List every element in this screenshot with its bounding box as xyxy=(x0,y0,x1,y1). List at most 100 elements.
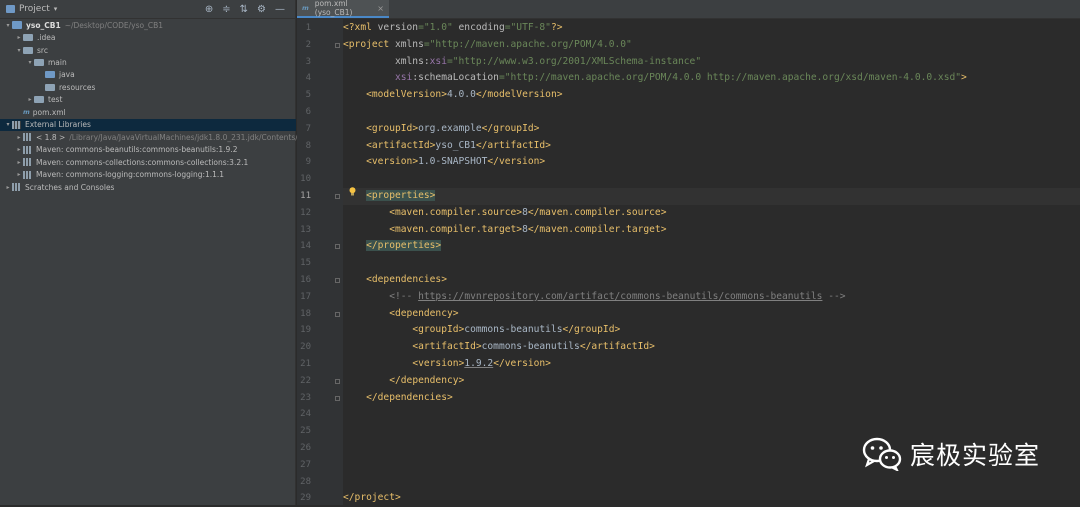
tree-item[interactable]: ▸ Maven: commons-beanutils:commons-beanut… xyxy=(0,144,237,156)
line-number-gutter[interactable]: 1 2 3 4 5 6 7 8 9 10 11 12 13 14 15 16 17 18 19 20 21 22 23 24 2… xyxy=(297,19,343,505)
collapse-all-icon[interactable]: ≑ xyxy=(222,4,230,15)
tree-item[interactable]: ▾ src xyxy=(0,44,48,56)
intention-bulb-icon[interactable] xyxy=(349,187,356,196)
tree-item[interactable]: ▸ Scratches and Consoles xyxy=(0,181,114,193)
tree-item-label: yso_CB1 xyxy=(26,20,61,30)
tree-item[interactable]: ▸ Maven: commons-logging:commons-logging:… xyxy=(0,168,224,180)
gear-icon[interactable]: ⚙ xyxy=(257,4,266,15)
code-line[interactable] xyxy=(343,171,1080,188)
code-line[interactable]: <properties> xyxy=(343,188,1080,205)
chevron-right-icon[interactable]: ▸ xyxy=(26,96,34,103)
line-number: 5 xyxy=(305,90,311,101)
chevron-right-icon[interactable]: ▸ xyxy=(15,134,23,141)
line-number: 12 xyxy=(300,207,311,218)
fold-marker-icon[interactable] xyxy=(335,244,340,250)
code-line[interactable] xyxy=(343,406,1080,423)
line-number: 2 xyxy=(305,39,311,50)
fold-marker-icon[interactable] xyxy=(335,311,340,317)
locate-icon[interactable]: ⊕ xyxy=(205,4,213,15)
project-header: Project ▾ ⊕ ≑ ⇅ ⚙ — xyxy=(0,0,295,19)
line-number: 22 xyxy=(300,375,311,386)
line-number: 8 xyxy=(305,140,311,151)
line-number: 6 xyxy=(305,107,311,117)
folder-icon xyxy=(34,59,44,67)
fold-marker-icon[interactable] xyxy=(335,278,340,283)
tab-pom-xml[interactable]: m pom.xml (yso_CB1) × xyxy=(297,0,389,18)
line-number: 21 xyxy=(300,359,311,369)
chevron-right-icon[interactable]: ▸ xyxy=(15,34,23,41)
fold-marker-icon[interactable] xyxy=(335,378,340,384)
tree-item-label: src xyxy=(37,45,48,55)
line-number: 15 xyxy=(300,258,311,269)
line-number: 24 xyxy=(300,409,311,420)
close-icon[interactable]: × xyxy=(377,4,384,13)
code-line[interactable]: <dependencies> xyxy=(343,272,1080,289)
project-icon xyxy=(6,5,15,13)
hide-icon[interactable]: — xyxy=(275,4,285,15)
fold-marker-icon[interactable] xyxy=(335,395,340,401)
code-line[interactable]: <project xmlns="http://maven.apache.org/… xyxy=(343,37,1080,54)
maven-file-icon: m xyxy=(302,4,309,12)
code-line[interactable]: <artifactId>commons-beanutils</artifactI… xyxy=(343,339,1080,356)
tree-item[interactable]: ▸ < 1.8 >/Library/Java/JavaVirtualMachine… xyxy=(0,131,308,143)
tree-item[interactable]: m pom.xml xyxy=(0,106,66,118)
chevron-down-icon[interactable]: ▾ xyxy=(15,47,23,54)
folder-icon xyxy=(34,96,44,104)
tree-item-label: Scratches and Consoles xyxy=(25,182,115,192)
code-line[interactable]: <maven.compiler.target>8</maven.compiler… xyxy=(343,222,1080,239)
line-number: 13 xyxy=(300,224,311,235)
chevron-down-icon: ▾ xyxy=(53,5,58,13)
tree-item[interactable]: ▸ test xyxy=(0,94,62,106)
code-line[interactable] xyxy=(343,474,1080,491)
chevron-right-icon[interactable]: ▸ xyxy=(15,159,23,166)
line-number: 1 xyxy=(305,23,311,33)
chevron-down-icon[interactable]: ▾ xyxy=(4,22,12,29)
maven-file-icon: m xyxy=(23,108,30,117)
tree-item[interactable]: java xyxy=(0,69,75,81)
code-line[interactable]: xsi:schemaLocation="http://maven.apache.… xyxy=(343,70,1080,87)
tree-item[interactable]: ▸ .idea xyxy=(0,31,55,43)
code-line[interactable]: <maven.compiler.source>8</maven.compiler… xyxy=(343,205,1080,222)
code-line[interactable]: <!-- https://mvnrepository.com/artifact/… xyxy=(343,289,1080,306)
code-line[interactable]: <dependency> xyxy=(343,306,1080,323)
fold-marker-icon[interactable] xyxy=(335,42,340,48)
code-line[interactable]: </properties> xyxy=(343,238,1080,255)
tree-item[interactable]: ▾ yso_CB1 ~/Desktop/CODE/yso_CB1 xyxy=(0,19,163,31)
code-line[interactable]: <?xml version="1.0" encoding="UTF-8"?> xyxy=(343,20,1080,37)
line-number: 3 xyxy=(305,56,311,67)
code-line[interactable]: xmlns:xsi="http://www.w3.org/2001/XMLSch… xyxy=(343,54,1080,71)
code-line[interactable]: <version>1.9.2</version> xyxy=(343,356,1080,373)
folder-icon xyxy=(23,34,33,42)
line-number: 28 xyxy=(300,476,311,487)
code-line[interactable]: <groupId>org.example</groupId> xyxy=(343,121,1080,138)
code-editor[interactable]: <?xml version="1.0" encoding="UTF-8"?> <… xyxy=(343,19,1080,505)
code-line[interactable]: <modelVersion>4.0.0</modelVersion> xyxy=(343,87,1080,104)
tree-item-label: .idea xyxy=(37,33,56,43)
tree-item[interactable]: resources xyxy=(0,81,95,93)
chevron-right-icon[interactable]: ▸ xyxy=(4,184,12,191)
chevron-down-icon[interactable]: ▾ xyxy=(26,59,34,66)
chevron-down-icon[interactable]: ▾ xyxy=(4,121,12,128)
fold-marker-icon[interactable] xyxy=(335,194,340,199)
code-line[interactable]: <artifactId>yso_CB1</artifactId> xyxy=(343,138,1080,155)
line-number: 29 xyxy=(300,493,311,504)
chevron-right-icon[interactable]: ▸ xyxy=(15,146,23,153)
chevron-right-icon[interactable]: ▸ xyxy=(15,171,23,178)
code-line[interactable]: <groupId>commons-beanutils</groupId> xyxy=(343,322,1080,339)
tree-item[interactable]: ▸ Maven: commons-collections:commons-coll… xyxy=(0,156,248,168)
tree-item[interactable]: ▾ main xyxy=(0,56,66,68)
watermark: 宸极实验室 xyxy=(862,436,1040,472)
tree-item[interactable]: ▾ External Libraries xyxy=(0,118,296,131)
project-view-selector[interactable]: Project ▾ xyxy=(6,4,57,14)
line-number: 10 xyxy=(300,174,311,185)
code-line[interactable]: </dependencies> xyxy=(343,390,1080,407)
line-number: 7 xyxy=(305,123,311,134)
tree-item-label: Maven: commons-logging:commons-logging:1… xyxy=(36,170,225,180)
code-line[interactable] xyxy=(343,255,1080,272)
code-line[interactable]: <version>1.0-SNAPSHOT</version> xyxy=(343,154,1080,171)
line-number: 11 xyxy=(300,191,311,201)
code-line[interactable]: </dependency> xyxy=(343,373,1080,390)
expand-all-icon[interactable]: ⇅ xyxy=(240,4,248,15)
code-line[interactable] xyxy=(343,104,1080,121)
project-toolbar: ⊕ ≑ ⇅ ⚙ — xyxy=(205,4,295,15)
